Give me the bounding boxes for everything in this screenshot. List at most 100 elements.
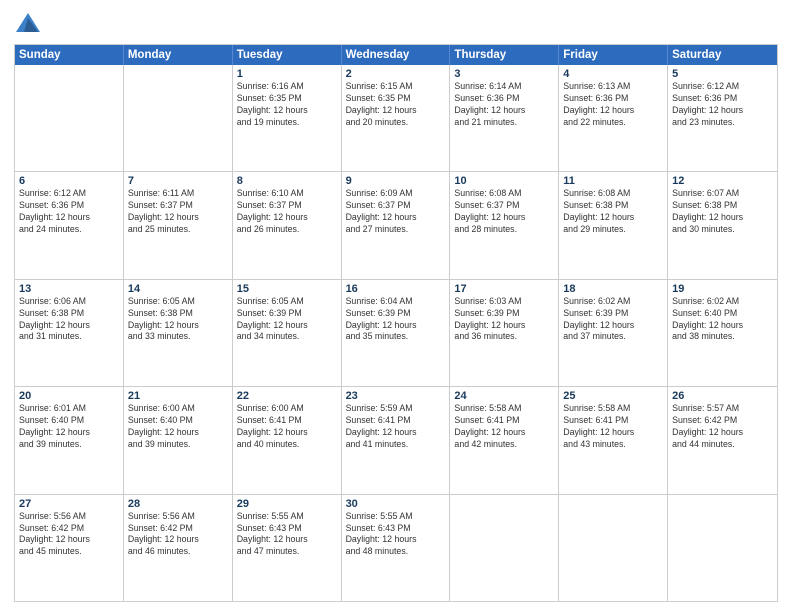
cell-info-line: Sunset: 6:41 PM <box>346 415 446 427</box>
calendar-day-13: 13Sunrise: 6:06 AMSunset: 6:38 PMDayligh… <box>15 280 124 386</box>
calendar-empty-cell <box>15 65 124 171</box>
cell-info-line: Sunrise: 6:00 AM <box>237 403 337 415</box>
cell-info-line: Sunset: 6:41 PM <box>237 415 337 427</box>
cell-info-line: and 40 minutes. <box>237 439 337 451</box>
cell-info-line: Sunrise: 6:10 AM <box>237 188 337 200</box>
calendar-day-28: 28Sunrise: 5:56 AMSunset: 6:42 PMDayligh… <box>124 495 233 601</box>
cell-info-line: and 27 minutes. <box>346 224 446 236</box>
day-number: 28 <box>128 498 228 510</box>
calendar-day-27: 27Sunrise: 5:56 AMSunset: 6:42 PMDayligh… <box>15 495 124 601</box>
cell-info-line: Daylight: 12 hours <box>128 427 228 439</box>
cell-info-line: Sunrise: 6:09 AM <box>346 188 446 200</box>
cell-info-line: Sunrise: 5:59 AM <box>346 403 446 415</box>
day-number: 11 <box>563 175 663 187</box>
cell-info-line: Sunrise: 6:05 AM <box>237 296 337 308</box>
calendar-body: 1Sunrise: 6:16 AMSunset: 6:35 PMDaylight… <box>15 65 777 601</box>
cell-info-line: and 33 minutes. <box>128 331 228 343</box>
page: SundayMondayTuesdayWednesdayThursdayFrid… <box>0 0 792 612</box>
day-number: 22 <box>237 390 337 402</box>
cell-info-line: and 36 minutes. <box>454 331 554 343</box>
cell-info-line: Sunset: 6:37 PM <box>128 200 228 212</box>
cell-info-line: and 20 minutes. <box>346 117 446 129</box>
cell-info-line: and 21 minutes. <box>454 117 554 129</box>
day-number: 7 <box>128 175 228 187</box>
cell-info-line: Sunrise: 6:11 AM <box>128 188 228 200</box>
calendar-empty-cell <box>559 495 668 601</box>
cell-info-line: Sunrise: 6:14 AM <box>454 81 554 93</box>
calendar-row: 13Sunrise: 6:06 AMSunset: 6:38 PMDayligh… <box>15 279 777 386</box>
day-number: 10 <box>454 175 554 187</box>
cell-info-line: and 30 minutes. <box>672 224 773 236</box>
day-number: 13 <box>19 283 119 295</box>
cell-info-line: Sunset: 6:40 PM <box>19 415 119 427</box>
cell-info-line: Daylight: 12 hours <box>563 212 663 224</box>
cell-info-line: Sunrise: 6:03 AM <box>454 296 554 308</box>
cell-info-line: Daylight: 12 hours <box>454 427 554 439</box>
calendar-empty-cell <box>124 65 233 171</box>
cell-info-line: and 23 minutes. <box>672 117 773 129</box>
cell-info-line: Sunrise: 5:57 AM <box>672 403 773 415</box>
cell-info-line: Sunset: 6:40 PM <box>128 415 228 427</box>
day-number: 25 <box>563 390 663 402</box>
cell-info-line: Sunrise: 5:58 AM <box>454 403 554 415</box>
cell-info-line: Sunrise: 6:02 AM <box>563 296 663 308</box>
calendar-day-7: 7Sunrise: 6:11 AMSunset: 6:37 PMDaylight… <box>124 172 233 278</box>
day-number: 5 <box>672 68 773 80</box>
cell-info-line: Sunset: 6:39 PM <box>237 308 337 320</box>
weekday-header: Saturday <box>668 45 777 65</box>
cell-info-line: and 34 minutes. <box>237 331 337 343</box>
cell-info-line: Daylight: 12 hours <box>346 320 446 332</box>
day-number: 12 <box>672 175 773 187</box>
logo-icon <box>14 10 42 38</box>
calendar-day-11: 11Sunrise: 6:08 AMSunset: 6:38 PMDayligh… <box>559 172 668 278</box>
cell-info-line: and 44 minutes. <box>672 439 773 451</box>
cell-info-line: Daylight: 12 hours <box>563 320 663 332</box>
cell-info-line: Sunset: 6:41 PM <box>454 415 554 427</box>
cell-info-line: Sunrise: 5:56 AM <box>19 511 119 523</box>
weekday-header: Tuesday <box>233 45 342 65</box>
cell-info-line: Sunrise: 6:02 AM <box>672 296 773 308</box>
cell-info-line: Daylight: 12 hours <box>237 534 337 546</box>
calendar-row: 1Sunrise: 6:16 AMSunset: 6:35 PMDaylight… <box>15 65 777 171</box>
cell-info-line: and 46 minutes. <box>128 546 228 558</box>
calendar-row: 27Sunrise: 5:56 AMSunset: 6:42 PMDayligh… <box>15 494 777 601</box>
calendar-day-4: 4Sunrise: 6:13 AMSunset: 6:36 PMDaylight… <box>559 65 668 171</box>
calendar-day-24: 24Sunrise: 5:58 AMSunset: 6:41 PMDayligh… <box>450 387 559 493</box>
calendar-empty-cell <box>450 495 559 601</box>
cell-info-line: and 19 minutes. <box>237 117 337 129</box>
cell-info-line: Daylight: 12 hours <box>672 320 773 332</box>
day-number: 3 <box>454 68 554 80</box>
calendar-row: 6Sunrise: 6:12 AMSunset: 6:36 PMDaylight… <box>15 171 777 278</box>
cell-info-line: and 43 minutes. <box>563 439 663 451</box>
header <box>14 10 778 38</box>
calendar-day-30: 30Sunrise: 5:55 AMSunset: 6:43 PMDayligh… <box>342 495 451 601</box>
day-number: 18 <box>563 283 663 295</box>
cell-info-line: and 22 minutes. <box>563 117 663 129</box>
day-number: 1 <box>237 68 337 80</box>
calendar-header: SundayMondayTuesdayWednesdayThursdayFrid… <box>15 45 777 65</box>
weekday-header: Friday <box>559 45 668 65</box>
calendar-day-20: 20Sunrise: 6:01 AMSunset: 6:40 PMDayligh… <box>15 387 124 493</box>
calendar-day-14: 14Sunrise: 6:05 AMSunset: 6:38 PMDayligh… <box>124 280 233 386</box>
cell-info-line: and 37 minutes. <box>563 331 663 343</box>
cell-info-line: Sunset: 6:36 PM <box>454 93 554 105</box>
calendar-day-2: 2Sunrise: 6:15 AMSunset: 6:35 PMDaylight… <box>342 65 451 171</box>
cell-info-line: and 24 minutes. <box>19 224 119 236</box>
cell-info-line: Daylight: 12 hours <box>237 427 337 439</box>
cell-info-line: Sunset: 6:38 PM <box>128 308 228 320</box>
cell-info-line: Sunset: 6:39 PM <box>454 308 554 320</box>
cell-info-line: Sunset: 6:38 PM <box>672 200 773 212</box>
weekday-header: Thursday <box>450 45 559 65</box>
cell-info-line: Daylight: 12 hours <box>346 534 446 546</box>
calendar-day-19: 19Sunrise: 6:02 AMSunset: 6:40 PMDayligh… <box>668 280 777 386</box>
cell-info-line: Sunset: 6:36 PM <box>19 200 119 212</box>
day-number: 19 <box>672 283 773 295</box>
calendar-day-1: 1Sunrise: 6:16 AMSunset: 6:35 PMDaylight… <box>233 65 342 171</box>
cell-info-line: Sunrise: 6:08 AM <box>563 188 663 200</box>
cell-info-line: Sunset: 6:36 PM <box>563 93 663 105</box>
cell-info-line: Sunrise: 6:08 AM <box>454 188 554 200</box>
cell-info-line: and 26 minutes. <box>237 224 337 236</box>
day-number: 9 <box>346 175 446 187</box>
cell-info-line: and 47 minutes. <box>237 546 337 558</box>
cell-info-line: Sunset: 6:35 PM <box>237 93 337 105</box>
